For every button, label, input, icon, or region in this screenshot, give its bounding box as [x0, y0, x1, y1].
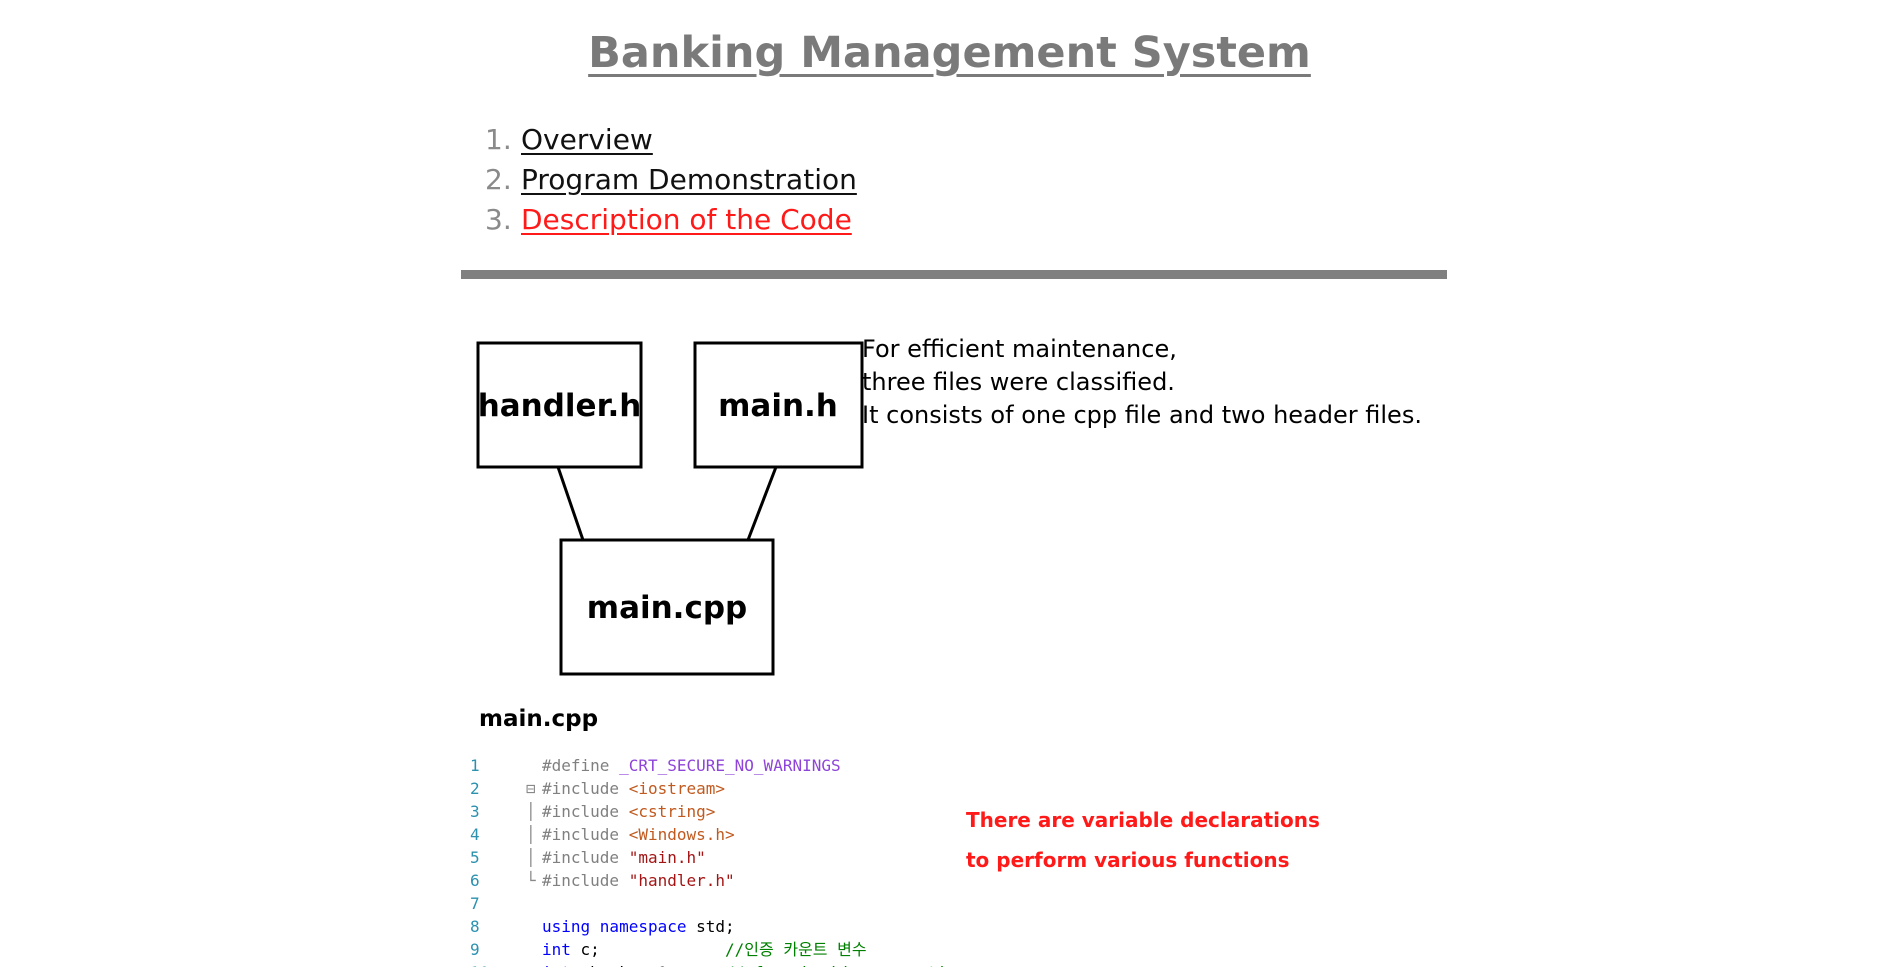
code-token: check = 0;	[581, 963, 726, 967]
node-main-h: main.h	[693, 341, 864, 469]
toc-link-description-of-the-code[interactable]: Description of the Code	[521, 203, 852, 236]
line-number: 10	[470, 961, 492, 967]
code-token: "handler.h"	[628, 871, 735, 890]
code-token: <cstring>	[628, 802, 716, 821]
code-text: #include <Windows.h>	[542, 823, 735, 846]
collapse-icon[interactable]: ⊟	[526, 777, 540, 800]
code-token: #include	[542, 871, 629, 890]
code-text: #define _CRT_SECURE_NO_WARNINGS	[542, 754, 841, 777]
code-token: <Windows.h>	[628, 825, 735, 844]
line-number: 1	[470, 756, 480, 775]
code-text: #include <iostream>	[542, 777, 725, 800]
toc-item-program-demonstration: 2. Program Demonstration	[485, 160, 857, 200]
fold-guide: │	[526, 802, 536, 821]
line-number: 5	[470, 848, 480, 867]
code-text: #include "main.h"	[542, 846, 706, 869]
line-number: 7	[470, 894, 480, 913]
code-annotation: There are variable declarations to perfo…	[966, 800, 1320, 880]
toc-number: 3.	[485, 203, 512, 236]
node-main-cpp-label: main.cpp	[587, 590, 747, 626]
code-token: #include	[542, 825, 629, 844]
toc-number: 2.	[485, 163, 512, 196]
edge-handler-to-main-cpp	[556, 466, 585, 541]
fold-guide: └	[526, 871, 536, 890]
code-token: "main.h"	[628, 848, 706, 867]
code-token: //인증 카운트 변수	[725, 940, 867, 959]
fold-guide: │	[526, 848, 536, 867]
toc-link-overview[interactable]: Overview	[521, 123, 653, 156]
code-text: int c; //인증 카운트 변수	[542, 938, 867, 961]
code-token: #include	[542, 779, 629, 798]
line-number: 8	[470, 917, 480, 936]
file-structure-diagram: handler.h main.h main.cpp	[460, 325, 880, 699]
node-handler-h-label: handler.h	[478, 388, 642, 424]
code-token: _CRT_SECURE_NO_WARNINGS	[619, 756, 841, 775]
file-structure-description: For efficient maintenance, three files w…	[862, 333, 1422, 432]
section-divider	[461, 270, 1447, 279]
code-token: int	[542, 940, 581, 959]
node-main-h-label: main.h	[718, 388, 838, 424]
code-token: #include	[542, 848, 629, 867]
toc-number: 1.	[485, 123, 512, 156]
node-handler-h: handler.h	[476, 341, 643, 469]
code-token: #define	[542, 756, 620, 775]
description-line: three files were classified.	[862, 368, 1175, 396]
description-line: It consists of one cpp file and two head…	[862, 401, 1422, 429]
node-main-cpp: main.cpp	[559, 538, 775, 676]
code-token: #include	[542, 802, 629, 821]
annotation-line: There are variable declarations	[966, 808, 1320, 832]
code-token: using namespace	[542, 917, 697, 936]
code-token: c;	[580, 940, 726, 959]
toc-item-overview: 1. Overview	[485, 120, 857, 160]
code-section-title: main.cpp	[479, 706, 599, 732]
line-number: 6	[470, 871, 480, 890]
code-token: <iostream>	[628, 779, 726, 798]
line-number: 9	[470, 940, 480, 959]
annotation-line: to perform various functions	[966, 848, 1290, 872]
page: Banking Management System 1. Overview 2. P…	[0, 0, 1899, 967]
edge-main-h-to-main-cpp	[746, 466, 778, 541]
code-text: int check = 0; // for checking exception…	[542, 961, 975, 967]
line-number: 2	[470, 779, 480, 798]
line-number: 3	[470, 802, 480, 821]
code-text: using namespace std;	[542, 915, 735, 938]
code-text: #include <cstring>	[542, 800, 715, 823]
code-token: int	[542, 963, 581, 967]
table-of-contents: 1. Overview 2. Program Demonstration 3. Des…	[485, 120, 857, 240]
code-text: #include "handler.h"	[542, 869, 735, 892]
page-title: Banking Management System	[588, 28, 1311, 78]
line-number: 4	[470, 825, 480, 844]
code-token: std;	[696, 917, 735, 936]
code-token: // for checking exceptions	[725, 963, 975, 967]
toc-link-program-demonstration[interactable]: Program Demonstration	[521, 163, 857, 196]
toc-item-description-of-the-code: 3. Description of the Code	[485, 200, 857, 240]
description-line: For efficient maintenance,	[862, 335, 1177, 363]
fold-guide: │	[526, 825, 536, 844]
